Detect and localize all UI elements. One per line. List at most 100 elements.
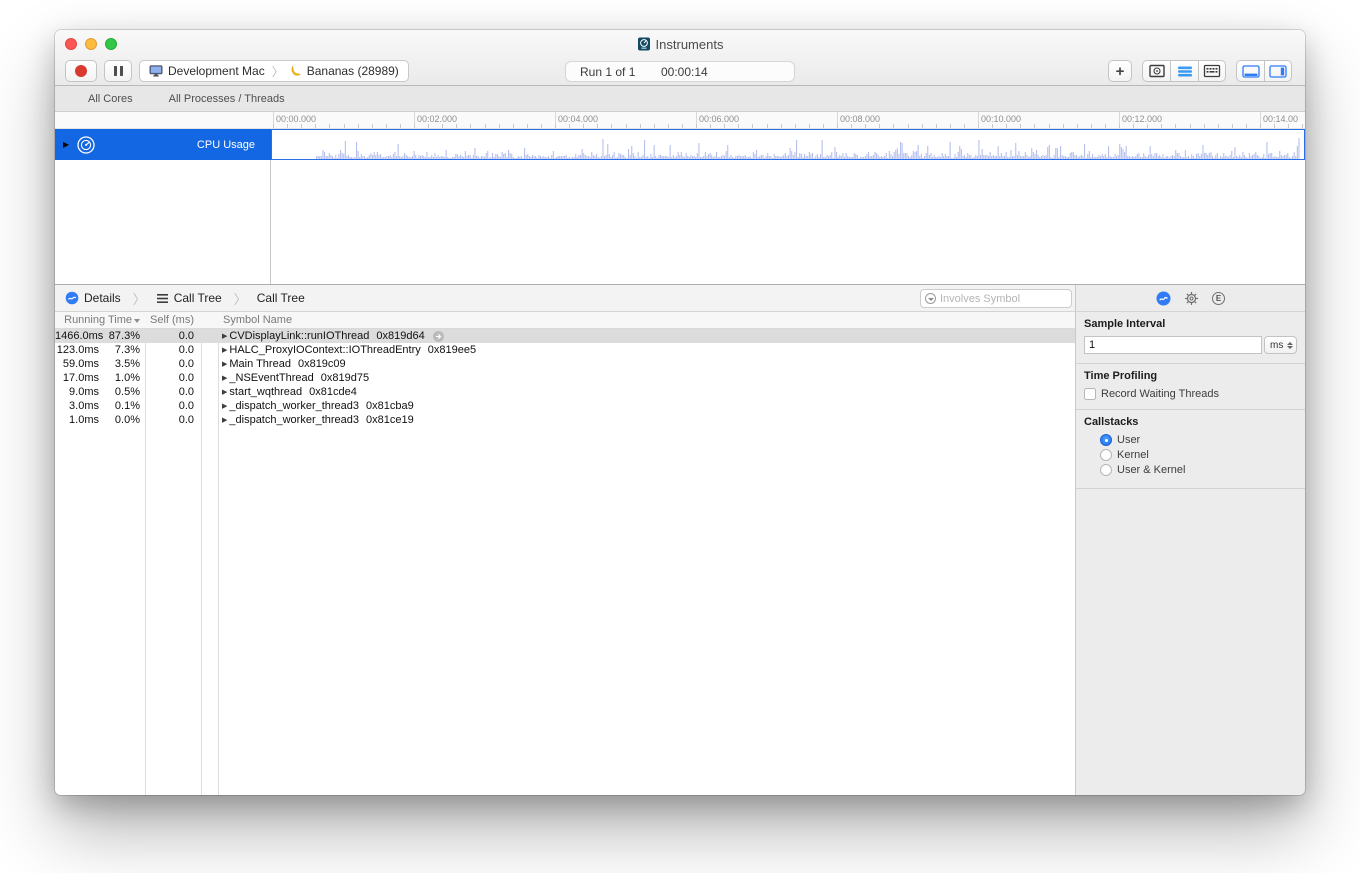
- symbol-search-field[interactable]: [920, 289, 1072, 308]
- call-tree-table: Running Time Self (ms) Symbol Name 1466.…: [55, 312, 1075, 795]
- checkbox-unchecked[interactable]: [1084, 388, 1096, 400]
- table-row[interactable]: 123.0ms 7.3% 0.0 ▶HALC_ProxyIOContext::I…: [55, 343, 1075, 357]
- column-separator[interactable]: [145, 329, 146, 795]
- column-header-self[interactable]: Self (ms): [146, 314, 202, 326]
- extended-detail-icon[interactable]: E: [1212, 292, 1225, 305]
- toggle-bottom-panel-button[interactable]: [1236, 60, 1264, 82]
- callstack-user-option[interactable]: User: [1100, 434, 1297, 446]
- target-process-label: Bananas (28989): [307, 64, 399, 78]
- inspector-panel: Sample Interval ms Time Profiling Record…: [1075, 312, 1305, 795]
- record-settings-icon[interactable]: [1156, 291, 1171, 306]
- disclosure-triangle-icon[interactable]: ▶: [222, 346, 227, 354]
- time-profiling-label: Time Profiling: [1084, 370, 1297, 382]
- disclosure-triangle-icon[interactable]: ▶: [222, 416, 227, 424]
- breadcrumb-separator-icon: 〉: [133, 289, 146, 308]
- timeline-ruler[interactable]: 00:00.000 00:02.000 00:04.000 00:06.000 00:0…: [55, 112, 1305, 129]
- titlebar[interactable]: Instruments: [55, 30, 1305, 58]
- strategy-bar: All Cores All Processes / Threads: [55, 86, 1305, 112]
- focus-arrow-icon[interactable]: [433, 331, 444, 342]
- record-waiting-threads-option[interactable]: Record Waiting Threads: [1084, 388, 1297, 400]
- disclosure-triangle-icon[interactable]: ▶: [222, 374, 227, 382]
- table-row[interactable]: 59.0ms 3.5% 0.0 ▶Main Thread0x819c09: [55, 357, 1075, 371]
- record-button[interactable]: [65, 60, 97, 82]
- search-scope-icon[interactable]: [925, 293, 936, 304]
- callstack-user-kernel-option[interactable]: User & Kernel: [1100, 464, 1297, 476]
- timeline-tick-label: 00:14.00: [1263, 114, 1298, 124]
- column-separator[interactable]: [201, 329, 202, 795]
- chevron-right-icon: 〉: [272, 63, 284, 80]
- strategy-all-cores[interactable]: All Cores: [88, 93, 133, 105]
- timeline-tick-label: 00:00.000: [276, 114, 316, 124]
- breadcrumb-call-tree[interactable]: Call Tree: [156, 291, 222, 305]
- details-pane: Details 〉 Call Tree 〉 Call Tree E: [55, 284, 1305, 795]
- track-header-cpu-usage[interactable]: ▶ CPU Usage: [55, 129, 271, 160]
- detail-breadcrumb-bar: Details 〉 Call Tree 〉 Call Tree E: [55, 285, 1305, 312]
- console-view-button[interactable]: [1198, 60, 1226, 82]
- timeline-tick-label: 00:08.000: [840, 114, 880, 124]
- target-selector[interactable]: Development Mac 〉 Bananas (28989): [139, 60, 409, 82]
- table-header: Running Time Self (ms) Symbol Name: [55, 312, 1075, 329]
- instruments-window: Instruments Development Mac 〉 Bananas (2…: [55, 30, 1305, 795]
- record-icon: [75, 65, 87, 77]
- disclosure-triangle-icon[interactable]: ▶: [222, 332, 227, 340]
- table-row[interactable]: 3.0ms 0.1% 0.0 ▶_dispatch_worker_thread3…: [55, 399, 1075, 413]
- timeline-tick-label: 00:04.000: [558, 114, 598, 124]
- timeline-tick-label: 00:06.000: [699, 114, 739, 124]
- run-status-display: Run 1 of 1 00:00:14: [565, 61, 795, 82]
- target-device-label: Development Mac: [168, 64, 265, 78]
- bananas-app-icon: [291, 65, 302, 77]
- search-input[interactable]: [940, 293, 1050, 305]
- breadcrumb-details[interactable]: Details: [65, 291, 121, 305]
- time-profiling-section: Time Profiling Record Waiting Threads: [1076, 364, 1305, 410]
- timeline-tick-label: 00:10.000: [981, 114, 1021, 124]
- bottom-panel-icon: [1242, 65, 1260, 78]
- panel-toggle-group: [1236, 60, 1292, 82]
- inspector-tab-bar: E: [1075, 285, 1305, 311]
- toggle-right-panel-button[interactable]: [1264, 60, 1292, 82]
- pause-button[interactable]: [104, 60, 132, 82]
- table-row[interactable]: 1466.0ms 87.3% 0.0 ▶CVDisplayLink::runIO…: [55, 329, 1075, 343]
- disclosure-triangle-icon[interactable]: ▶: [222, 360, 227, 368]
- timeline-tick-label: 00:02.000: [417, 114, 457, 124]
- column-separator[interactable]: [218, 329, 219, 795]
- elapsed-timer: 00:00:14: [661, 65, 708, 79]
- disclosure-triangle-icon[interactable]: ▶: [222, 402, 227, 410]
- breadcrumb-call-tree-2[interactable]: Call Tree: [257, 291, 305, 305]
- right-panel-icon: [1269, 65, 1287, 78]
- display-settings-gear-icon[interactable]: [1184, 291, 1199, 306]
- keyboard-icon: [1203, 64, 1221, 78]
- add-instrument-button[interactable]: +: [1108, 60, 1132, 82]
- table-row[interactable]: 17.0ms 1.0% 0.0 ▶_NSEventThread0x819d75: [55, 371, 1075, 385]
- stepper-arrows-icon: [1287, 342, 1293, 349]
- table-row[interactable]: 9.0ms 0.5% 0.0 ▶start_wqthread0x81cde4: [55, 385, 1075, 399]
- cpu-usage-graph[interactable]: [271, 129, 1305, 160]
- radio-unselected[interactable]: [1100, 449, 1112, 461]
- disclosure-triangle-icon[interactable]: ▶: [222, 388, 227, 396]
- window-chrome: Instruments Development Mac 〉 Bananas (2…: [55, 30, 1305, 86]
- callstacks-label: Callstacks: [1084, 416, 1297, 428]
- details-gauge-icon: [65, 291, 79, 305]
- sample-interval-unit-stepper[interactable]: ms: [1264, 336, 1297, 354]
- timeline-tick-label: 00:12.000: [1122, 114, 1162, 124]
- column-header-running-time[interactable]: Running Time: [55, 314, 146, 326]
- record-waiting-threads-label: Record Waiting Threads: [1101, 388, 1219, 400]
- column-header-symbol-name[interactable]: Symbol Name: [219, 314, 1075, 326]
- toolbar: Development Mac 〉 Bananas (28989) Run 1 …: [55, 58, 1305, 85]
- radio-selected[interactable]: [1100, 434, 1112, 446]
- track-label: CPU Usage: [96, 139, 271, 151]
- callstack-kernel-option[interactable]: Kernel: [1100, 449, 1297, 461]
- sort-descending-icon: [134, 319, 140, 323]
- device-mac-icon: [149, 65, 163, 77]
- unit-label: ms: [1270, 340, 1283, 351]
- strategy-all-processes[interactable]: All Processes / Threads: [169, 93, 285, 105]
- window-title: Instruments: [656, 37, 724, 52]
- breadcrumb-separator-icon: 〉: [234, 289, 247, 308]
- sample-interval-input[interactable]: [1084, 336, 1262, 354]
- callstacks-section: Callstacks User Kernel User & Kernel: [1076, 410, 1305, 489]
- radio-unselected[interactable]: [1100, 464, 1112, 476]
- instruments-view-button[interactable]: [1142, 60, 1170, 82]
- cpu-usage-instrument-icon: [76, 135, 96, 155]
- list-view-button[interactable]: [1170, 60, 1198, 82]
- table-row[interactable]: 1.0ms 0.0% 0.0 ▶_dispatch_worker_thread3…: [55, 413, 1075, 427]
- disclosure-triangle-icon[interactable]: ▶: [63, 140, 69, 149]
